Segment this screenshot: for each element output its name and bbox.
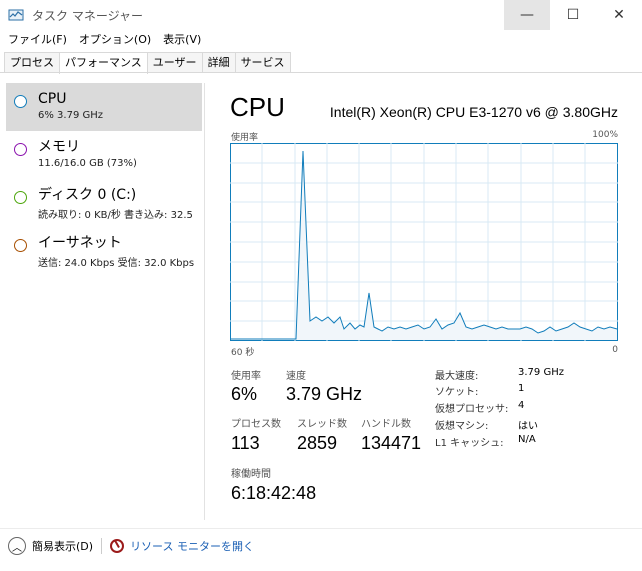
resource-monitor-icon [110, 539, 125, 553]
task-manager-icon [8, 7, 24, 23]
speed-value: 3.79 GHz [286, 384, 363, 404]
processes-label: プロセス数 [231, 419, 281, 430]
uptime-value: 6:18:42:48 [231, 483, 317, 503]
cpu-status-icon [14, 95, 27, 108]
chevron-up-icon[interactable]: ︿ [8, 537, 26, 555]
cpu-model-name: Intel(R) Xeon(R) CPU E3-1270 v6 @ 3.80GH… [329, 104, 618, 120]
sidebar-item-cpu[interactable]: CPU 6% 3.79 GHz [6, 83, 202, 131]
open-resource-monitor-link[interactable]: リソース モニターを開く [130, 538, 254, 554]
sidebar-item-memory[interactable]: メモリ 11.6/16.0 GB (73%) [0, 131, 205, 179]
sidebar-item-label: CPU [38, 91, 67, 107]
ethernet-status-icon [14, 239, 27, 252]
sidebar-divider [204, 83, 205, 520]
sidebar-item-subtitle: 11.6/16.0 GB (73%) [38, 158, 137, 169]
spec-vcpu-label: 仮想プロセッサ: [435, 404, 509, 415]
footer-separator [101, 538, 103, 554]
disk-status-icon [14, 191, 27, 204]
menu-file[interactable]: ファイル(F) [8, 30, 67, 50]
graph-label-timespan: 60 秒 [231, 348, 255, 358]
processes-value: 113 [231, 433, 260, 453]
usage-label: 使用率 [231, 371, 261, 382]
footer: ︿ 簡易表示(D) リソース モニターを開く [8, 537, 254, 555]
graph-label-usage: 使用率 [231, 133, 259, 143]
sidebar-item-label: ディスク 0 (C:) [38, 187, 137, 203]
spec-sockets-label: ソケット: [435, 387, 479, 398]
speed-label: 速度 [286, 371, 306, 382]
spec-vm-value: はい [518, 421, 538, 432]
threads-label: スレッド数 [297, 419, 347, 430]
graph-label-now: 0 [612, 345, 618, 355]
spec-vcpu-value: 4 [518, 400, 525, 411]
spec-sockets-value: 1 [518, 383, 525, 394]
menu-view[interactable]: 表示(V) [163, 30, 201, 50]
graph-label-max: 100% [592, 130, 618, 140]
cpu-usage-graph [230, 143, 618, 341]
tab-performance[interactable]: パフォーマンス [59, 52, 148, 74]
tab-divider [0, 72, 642, 73]
page-title: CPU [230, 92, 285, 122]
spec-max-speed-label: 最大速度: [435, 371, 479, 382]
sidebar-item-disk[interactable]: ディスク 0 (C:) 読み取り: 0 KB/秒 書き込み: 32.5 [0, 179, 205, 227]
sidebar-item-label: メモリ [38, 139, 80, 155]
spec-max-speed-value: 3.79 GHz [518, 367, 564, 378]
maximize-button[interactable]: ☐ [550, 0, 596, 30]
handles-value: 134471 [361, 433, 422, 453]
usage-value: 6% [231, 384, 258, 404]
menu-options[interactable]: オプション(O) [79, 30, 151, 50]
footer-divider [0, 528, 642, 529]
sidebar-item-subtitle: 6% 3.79 GHz [38, 110, 104, 121]
tab-services[interactable]: サービス [234, 52, 291, 73]
handles-label: ハンドル数 [361, 419, 411, 430]
sidebar-item-label: イーサネット [38, 235, 122, 251]
sidebar-item-subtitle: 読み取り: 0 KB/秒 書き込み: 32.5 [38, 210, 193, 221]
fewer-details-button[interactable]: 簡易表示(D) [32, 538, 93, 554]
close-button[interactable]: ✕ [596, 0, 642, 30]
spec-l1-value: N/A [518, 434, 536, 445]
uptime-label: 稼働時間 [231, 469, 271, 480]
spec-vm-label: 仮想マシン: [435, 421, 489, 432]
tab-processes[interactable]: プロセス [4, 52, 60, 73]
resource-sidebar: CPU 6% 3.79 GHz メモリ 11.6/16.0 GB (73%) デ… [0, 83, 205, 275]
title-bar: タスク マネージャー — ☐ ✕ [0, 0, 642, 30]
sidebar-item-ethernet[interactable]: イーサネット 送信: 24.0 Kbps 受信: 32.0 Kbps [0, 227, 205, 275]
minimize-button[interactable]: — [504, 0, 550, 30]
threads-value: 2859 [297, 433, 338, 453]
menu-bar: ファイル(F) オプション(O) 表示(V) [0, 30, 205, 50]
window-title: タスク マネージャー [32, 8, 143, 23]
tab-bar: プロセス パフォーマンス ユーザー 詳細 サービス [4, 52, 291, 74]
spec-l1-label: L1 キャッシュ: [435, 438, 504, 449]
sidebar-item-subtitle: 送信: 24.0 Kbps 受信: 32.0 Kbps [38, 258, 195, 269]
tab-details[interactable]: 詳細 [201, 52, 236, 73]
tab-users[interactable]: ユーザー [146, 52, 203, 73]
memory-status-icon [14, 143, 27, 156]
